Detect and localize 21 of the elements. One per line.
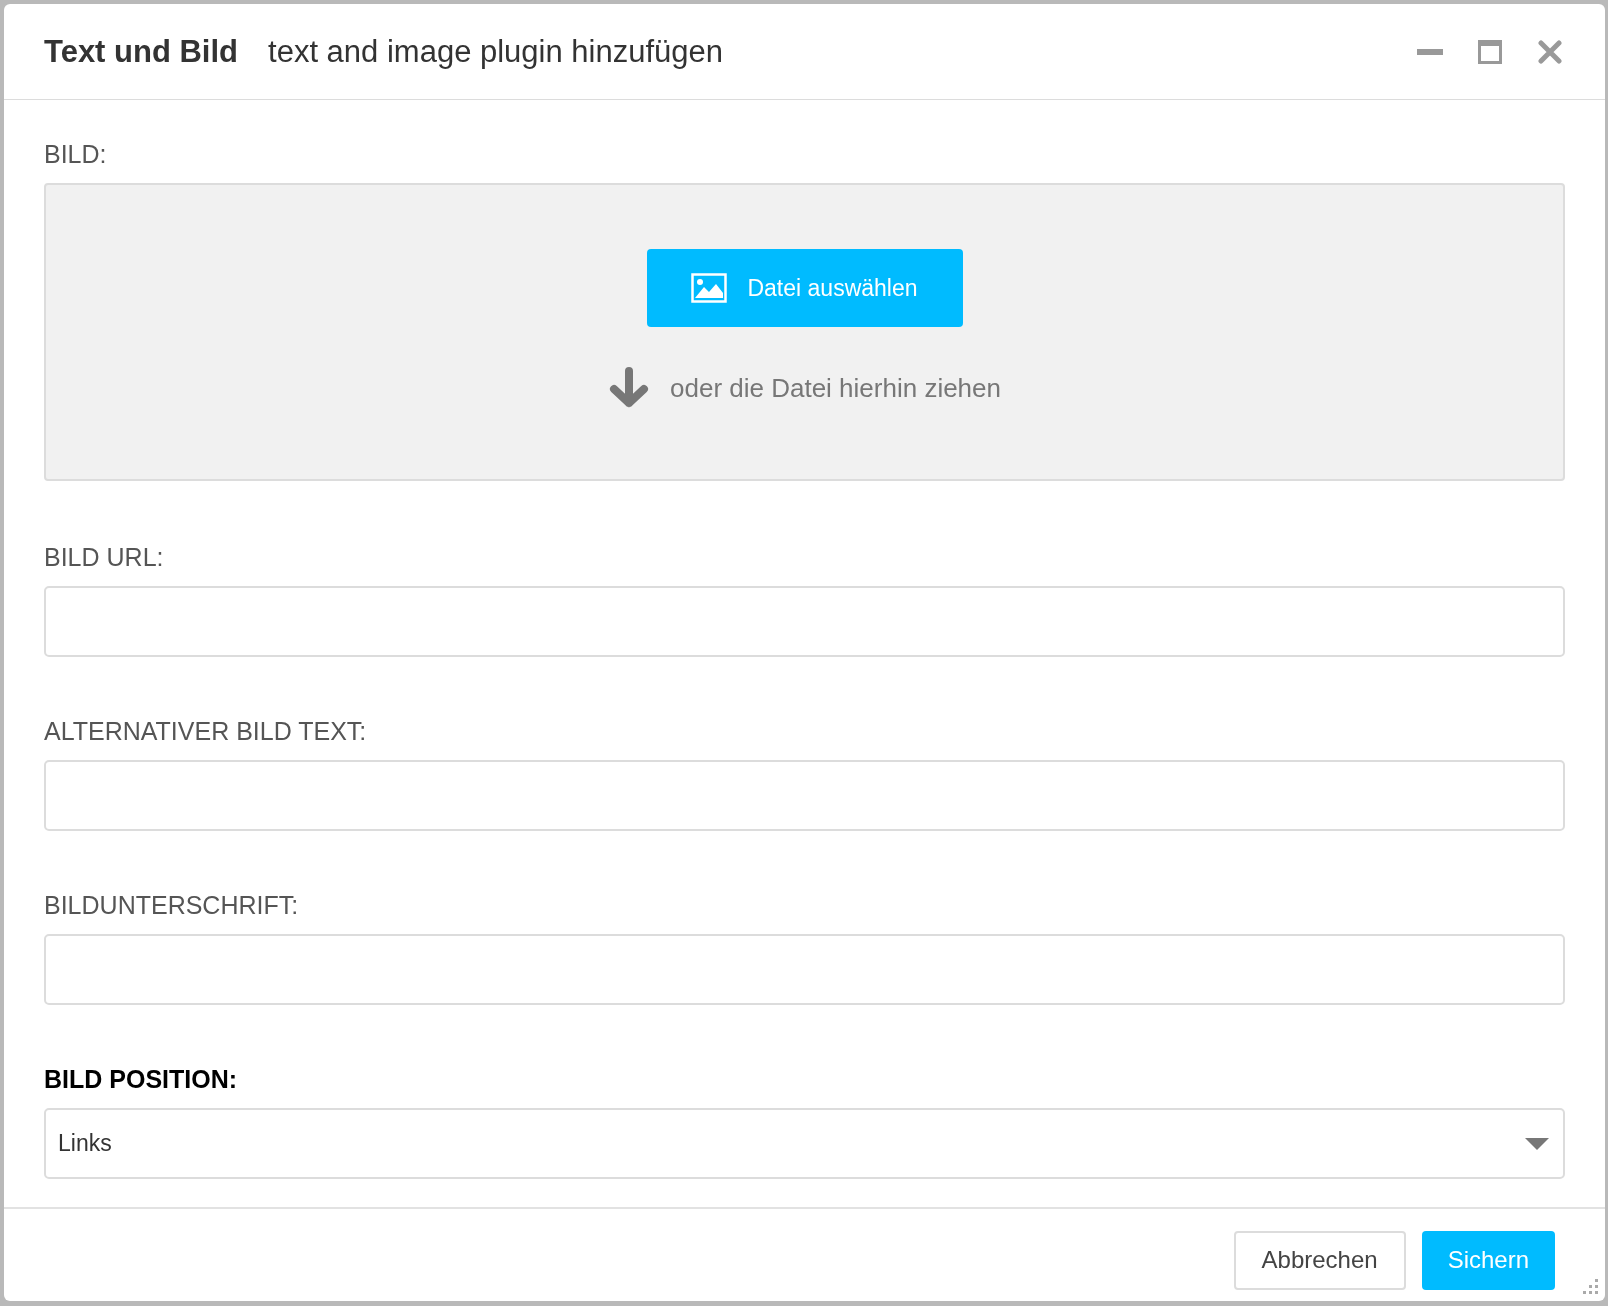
field-label: BILDUNTERSCHRIFT: xyxy=(44,891,299,920)
choose-file-button[interactable]: Datei auswählen xyxy=(646,249,963,327)
text-input-field[interactable] xyxy=(44,586,1565,657)
field-label: BILD POSITION: xyxy=(44,1065,238,1094)
drop-hint: oder die Datei hierhin ziehen xyxy=(670,372,1001,404)
cancel-button[interactable]: Abbrechen xyxy=(1233,1230,1406,1290)
image-icon xyxy=(691,273,728,303)
dropdown-caret-icon xyxy=(1525,1137,1549,1150)
field-label: BILD URL: xyxy=(44,543,164,572)
field-label: BILD: xyxy=(44,140,107,169)
window-title: Text und Bild xyxy=(44,33,239,70)
text-input-field[interactable] xyxy=(44,760,1565,831)
field-label: ALTERNATIVER BILD TEXT: xyxy=(44,717,367,746)
window-subtitle: text and image plugin hinzufügen xyxy=(268,33,724,70)
resize-grip-icon[interactable] xyxy=(1581,1277,1599,1295)
save-button[interactable]: Sichern xyxy=(1421,1230,1555,1290)
select-value: Links xyxy=(58,1130,112,1157)
position-select[interactable]: Links xyxy=(44,1108,1565,1179)
down-arrow-icon xyxy=(608,367,650,409)
text-input-field[interactable] xyxy=(44,934,1565,1005)
drop-zone[interactable]: Datei auswählen oder die Datei hierhin ziehen xyxy=(44,183,1565,481)
